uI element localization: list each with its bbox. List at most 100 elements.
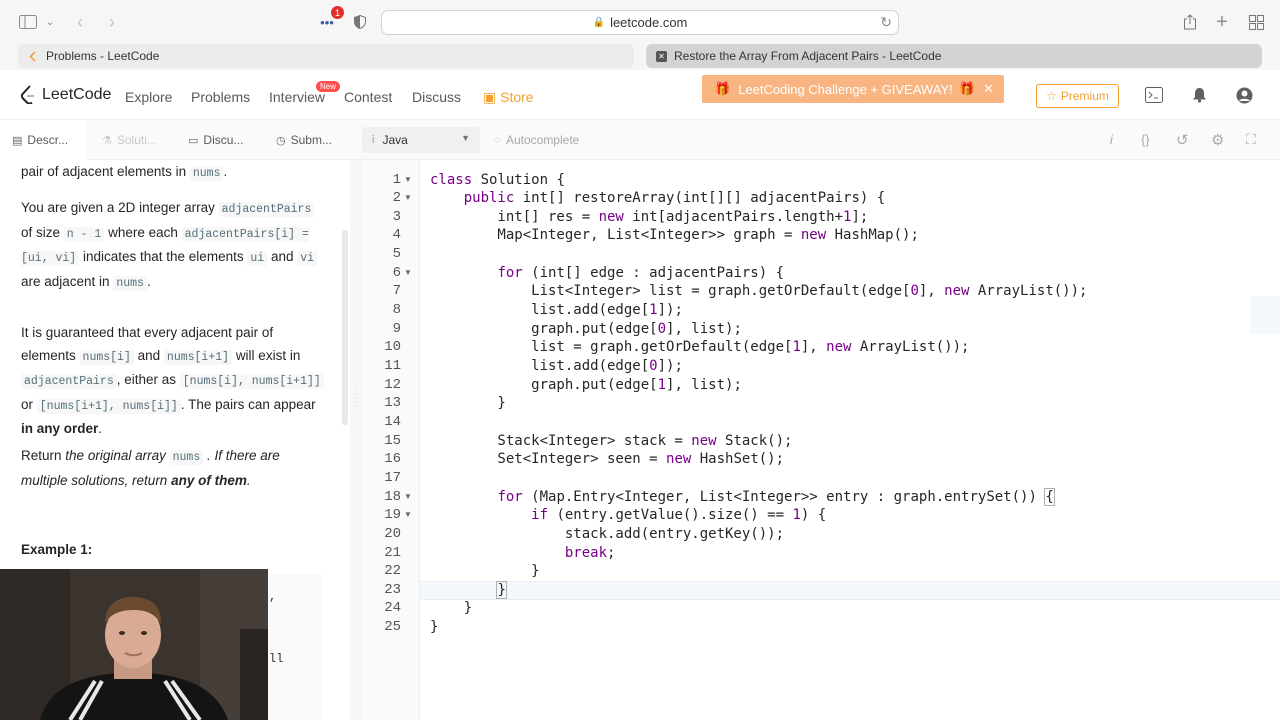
desc-text: or: [21, 396, 34, 412]
code-line: }: [430, 619, 439, 636]
line-number: 19: [384, 507, 401, 524]
nav-problems[interactable]: Problems: [191, 89, 250, 105]
line-number: 16: [384, 451, 401, 468]
fold-arrow-icon[interactable]: ▼: [404, 264, 412, 283]
playground-icon[interactable]: [1145, 87, 1163, 108]
close-tab-icon[interactable]: ✕: [656, 50, 667, 62]
chevron-down-icon[interactable]: ⌄: [44, 10, 56, 34]
new-tab-icon[interactable]: +: [1214, 10, 1230, 34]
promo-text: LeetCoding Challenge + GIVEAWAY!: [738, 81, 953, 97]
line-number: 5: [392, 246, 401, 263]
tab-restore-array[interactable]: ✕ Restore the Array From Adjacent Pairs …: [646, 44, 1262, 68]
inline-code: [nums[i], nums[i+1]]: [179, 374, 324, 389]
fold-arrow-icon[interactable]: ▼: [404, 171, 412, 190]
inline-code: adjacentPairs: [218, 202, 315, 217]
fold-arrow-icon[interactable]: ▼: [404, 506, 412, 525]
nav-discuss[interactable]: Discuss: [412, 89, 461, 105]
line-number: 12: [384, 376, 401, 393]
browser-toolbar: ⌄ ‹ › ••• 1 🔒 leetcode.com ↻ +: [0, 0, 1280, 44]
inline-code: n - 1: [63, 226, 105, 242]
info-icon[interactable]: i: [1110, 132, 1113, 147]
tab-bar: Problems - LeetCode ✕ Restore the Array …: [0, 44, 1280, 70]
tab-submissions[interactable]: ◷ Subm...: [276, 133, 332, 147]
bell-icon[interactable]: [1192, 87, 1207, 108]
language-select[interactable]: i Java ▼: [362, 127, 480, 153]
desc-text: indicates that the elements: [82, 249, 244, 264]
leetcode-logo[interactable]: LeetCode: [20, 85, 111, 105]
chevron-down-icon: ▼: [461, 133, 470, 143]
tab-overview-icon[interactable]: [1247, 10, 1265, 34]
autocomplete-toggle[interactable]: ◌ Autocomplete: [494, 133, 579, 147]
premium-button[interactable]: ☆ Premium: [1036, 84, 1119, 108]
description-scrollbar[interactable]: [342, 230, 348, 425]
notification-badge: 1: [331, 6, 344, 19]
code-line: public int[] restoreArray(int[][] adjace…: [463, 190, 886, 207]
leetcode-favicon-icon: [28, 50, 39, 62]
fullscreen-icon[interactable]: ⛶: [1246, 131, 1256, 148]
lock-icon: 🔒: [592, 17, 606, 28]
url-text: leetcode.com: [610, 15, 688, 30]
line-number: 11: [384, 358, 401, 374]
inline-code: nums[i+1]: [163, 349, 233, 365]
example-fragment: ll: [269, 652, 284, 666]
language-value: Java: [382, 133, 408, 147]
tab-description[interactable]: ▤ Descr...: [12, 133, 68, 147]
desc-paragraph: pair of adjacent elements in nums.: [21, 161, 326, 186]
desc-text: of size: [21, 224, 61, 240]
inline-code: adjacentPairs: [21, 374, 117, 389]
code-line: }: [430, 600, 473, 617]
back-icon[interactable]: ‹: [72, 10, 88, 34]
fold-arrow-icon[interactable]: ▼: [404, 488, 412, 507]
line-number: 18: [384, 488, 401, 505]
tab-solution[interactable]: ⚗ Soluti...: [102, 133, 157, 147]
language-icon: i: [372, 134, 375, 146]
code-line: for (int[] edge : adjacentPairs) {: [497, 264, 785, 281]
gear-icon[interactable]: ⚙: [1211, 131, 1224, 149]
nav-contest[interactable]: Contest: [344, 89, 392, 105]
line-number: 4: [392, 227, 401, 244]
new-badge: New: [316, 81, 341, 92]
example-fragment: ,: [269, 590, 277, 604]
share-icon[interactable]: [1182, 10, 1198, 34]
desc-text: , either as: [116, 372, 176, 387]
code-editor[interactable]: 1 ▼ class Solution {2 ▼ public int[] restor…: [362, 160, 1280, 720]
desc-text: .: [223, 164, 228, 179]
nav-interview[interactable]: Interview: [269, 89, 325, 105]
line-number: 2: [392, 190, 401, 207]
forward-icon[interactable]: ›: [104, 10, 120, 34]
nav-explore[interactable]: Explore: [125, 89, 172, 105]
inline-code: [nums[i+1], nums[i]]: [36, 398, 181, 414]
code-line: graph.put(edge[0], list);: [430, 320, 742, 337]
close-icon[interactable]: ✕: [983, 81, 994, 97]
avatar-icon[interactable]: [1236, 87, 1253, 109]
line-number: 13: [384, 395, 401, 412]
sidebar-toggle-icon[interactable]: [18, 10, 38, 34]
address-bar[interactable]: 🔒 leetcode.com ↻: [381, 10, 899, 35]
toggle-icon: ◌: [494, 134, 500, 146]
code-line: }: [496, 580, 507, 599]
code-line: graph.put(edge[1], list);: [430, 376, 742, 393]
desc-text: You are given a 2D integer array: [21, 200, 215, 215]
promo-banner[interactable]: 🎁 LeetCoding Challenge + GIVEAWAY! 🎁 ✕: [702, 75, 1004, 103]
reload-icon[interactable]: ↻: [880, 14, 892, 31]
fold-arrow-icon[interactable]: ▼: [404, 189, 412, 208]
tab-title: Problems - LeetCode: [46, 49, 160, 63]
tab-problems[interactable]: Problems - LeetCode: [18, 44, 634, 68]
shield-icon[interactable]: [352, 10, 368, 34]
desc-text: and: [270, 249, 294, 264]
store-label: Store: [500, 89, 534, 105]
webcam-overlay: [0, 569, 268, 720]
autocomplete-label: Autocomplete: [505, 133, 580, 147]
desc-emphasis: the original array: [65, 448, 166, 463]
panel-splitter[interactable]: [350, 160, 362, 720]
braces-icon[interactable]: {}: [1141, 132, 1150, 147]
reset-icon[interactable]: ↺: [1176, 131, 1189, 149]
side-panel-tab[interactable]: [1250, 296, 1280, 334]
nav-store[interactable]: ▣ Store: [483, 89, 534, 106]
code-line: }: [430, 563, 540, 580]
code-line: class Solution {: [430, 171, 565, 188]
star-icon: ☆: [1046, 89, 1057, 103]
inline-code: nums: [169, 450, 204, 465]
tab-discuss[interactable]: ▭ Discu...: [188, 133, 243, 147]
drag-handle-icon[interactable]: · · · · ·: [354, 386, 358, 412]
